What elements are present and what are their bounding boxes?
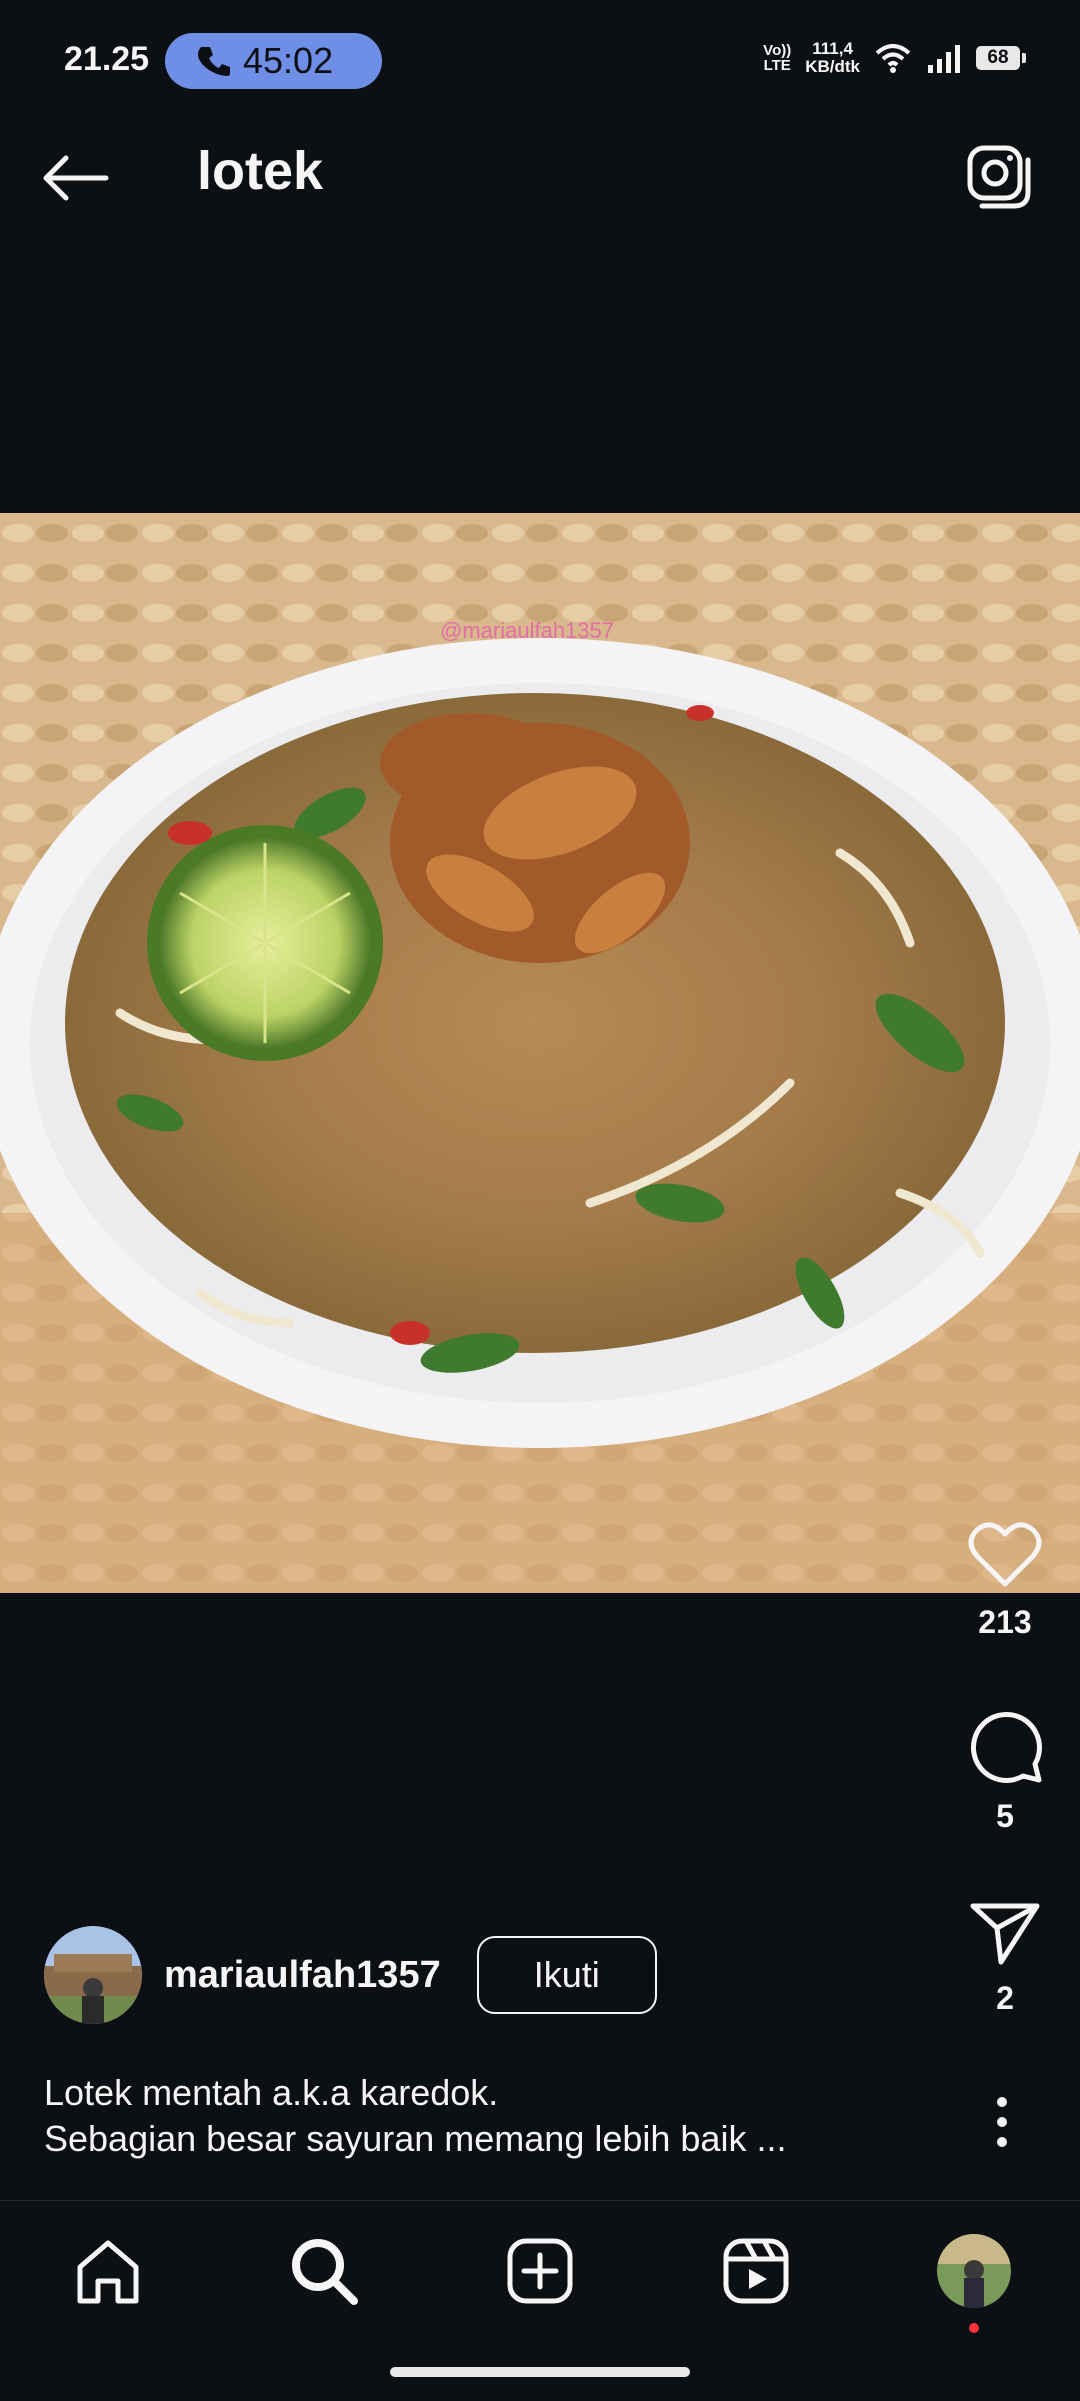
- comment-count: 5: [996, 1798, 1014, 1834]
- share-action: 2: [930, 1900, 1080, 2017]
- share-count: 2: [996, 1980, 1014, 2016]
- more-options-icon[interactable]: [990, 2092, 1014, 2152]
- call-duration: 45:02: [243, 40, 334, 81]
- food-photo: @mariaulfah1357: [0, 513, 1080, 1593]
- like-count: 213: [978, 1604, 1032, 1640]
- search-icon[interactable]: [284, 2231, 364, 2311]
- send-icon[interactable]: [969, 1900, 1041, 1966]
- post-image[interactable]: @mariaulfah1357: [0, 513, 1080, 1593]
- image-watermark: @mariaulfah1357: [440, 618, 614, 643]
- phone-icon: [197, 47, 230, 76]
- profile-avatar: [934, 2231, 1014, 2311]
- volte-indicator: Vo)) LTE: [763, 42, 792, 74]
- home-icon[interactable]: [68, 2231, 148, 2311]
- ongoing-call-pill[interactable]: 45:02: [165, 33, 382, 89]
- add-post-icon[interactable]: [500, 2231, 580, 2311]
- status-time: 21.25: [64, 40, 150, 78]
- battery-indicator: 68: [976, 46, 1026, 70]
- follow-button[interactable]: Ikuti: [476, 1936, 657, 2014]
- top-bar: lotek: [0, 92, 1080, 252]
- post-caption[interactable]: Lotek mentah a.k.a karedok. Sebagian bes…: [44, 2070, 864, 2162]
- author-username[interactable]: mariaulfah1357: [164, 1954, 441, 1997]
- profile-tab[interactable]: [934, 2231, 1014, 2333]
- status-icons: Vo)) LTE 111,4 KB/dtk 68: [763, 39, 1026, 76]
- status-bar: 21.25 45:02 Vo)) LTE 111,4 KB/dtk 68: [0, 0, 1080, 92]
- wifi-icon: [875, 44, 911, 73]
- like-action: 213: [930, 1520, 1080, 1641]
- signal-icon: [928, 45, 960, 73]
- author-avatar[interactable]: [44, 1926, 142, 2024]
- author-row: mariaulfah1357 Ikuti: [44, 1926, 657, 2024]
- arrow-left-icon[interactable]: [38, 138, 118, 218]
- gesture-home-bar[interactable]: [390, 2367, 690, 2377]
- notification-dot: [969, 2323, 979, 2333]
- caption-line: Sebagian besar sayuran memang lebih baik…: [44, 2118, 787, 2159]
- network-speed: 111,4 KB/dtk: [805, 39, 860, 76]
- heart-icon[interactable]: [967, 1520, 1043, 1590]
- comment-icon[interactable]: [967, 1708, 1043, 1784]
- camera-icon[interactable]: [958, 134, 1038, 214]
- reels-icon[interactable]: [716, 2231, 796, 2311]
- caption-line: Lotek mentah a.k.a karedok.: [44, 2072, 499, 2113]
- page-title: lotek: [197, 141, 324, 201]
- comment-action: 5: [930, 1708, 1080, 1835]
